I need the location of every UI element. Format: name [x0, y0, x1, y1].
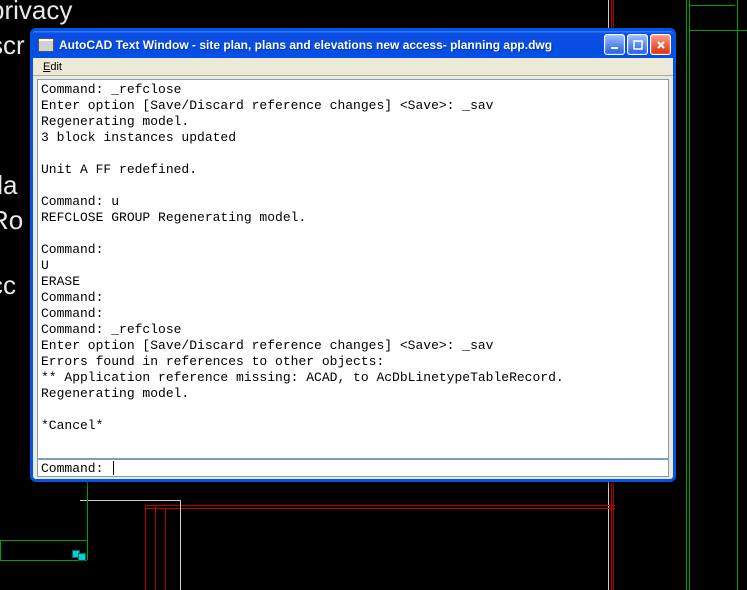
command-history[interactable]: Command: _refclose Enter option [Save/Di…	[37, 79, 669, 459]
minimize-button[interactable]	[604, 34, 625, 55]
cad-text: privacy	[0, 0, 72, 26]
menu-edit[interactable]: Edit	[37, 60, 68, 74]
cad-text: fla	[0, 170, 17, 201]
menubar: Edit	[33, 58, 673, 76]
window-title: AutoCAD Text Window - site plan, plans a…	[59, 38, 604, 52]
close-icon	[656, 40, 666, 50]
maximize-icon	[633, 40, 643, 50]
autocad-text-window: AutoCAD Text Window - site plan, plans a…	[30, 28, 676, 482]
cad-text: cc	[0, 270, 16, 301]
minimize-icon	[610, 40, 620, 50]
command-prompt: Command:	[41, 461, 111, 476]
cad-text: scr	[0, 30, 25, 61]
close-button[interactable]	[650, 34, 671, 55]
titlebar[interactable]: AutoCAD Text Window - site plan, plans a…	[33, 31, 673, 58]
maximize-button[interactable]	[627, 34, 648, 55]
command-input[interactable]: Command:	[37, 459, 669, 477]
app-icon	[38, 38, 54, 52]
grip-handle[interactable]	[78, 553, 86, 561]
text-caret	[113, 461, 114, 475]
cad-text: Ro	[0, 205, 23, 236]
